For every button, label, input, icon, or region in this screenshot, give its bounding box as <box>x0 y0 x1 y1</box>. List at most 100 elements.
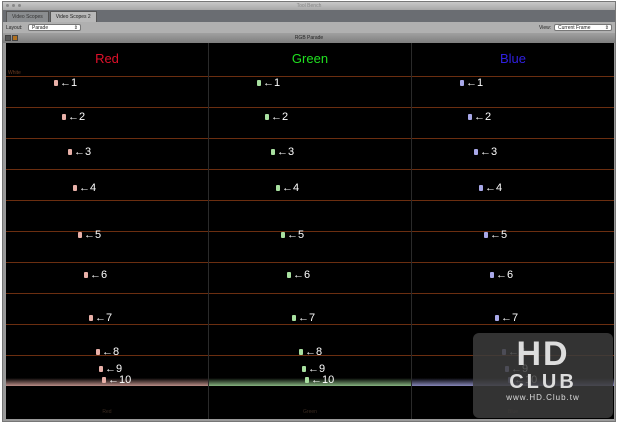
marker-number: 2 <box>282 111 289 123</box>
marker-number: 1 <box>274 77 281 89</box>
window-title: Tool Bench <box>296 3 322 9</box>
trace-step <box>265 114 269 120</box>
trace-step <box>302 366 306 372</box>
hd-club-watermark: HD CLUB www.HD.Club.tw <box>473 333 613 418</box>
trace-baseline <box>209 378 411 386</box>
trace-step <box>78 232 82 238</box>
marker-number: 3 <box>85 146 92 158</box>
trace-step <box>73 185 77 191</box>
title-bar: Tool Bench <box>3 2 615 10</box>
parade-panel-green: Green ←1 ←2 ←3 ←4 ←5 ←6 ←7 ←8 ←9 ←10 Green <box>209 43 412 419</box>
layout-label: Layout: <box>6 25 23 31</box>
window-controls[interactable] <box>6 4 21 7</box>
marker-number: 6 <box>507 269 514 281</box>
marker-number: 6 <box>101 269 108 281</box>
trace-step <box>99 366 103 372</box>
step-marker: ←1 <box>466 78 483 89</box>
left-arrow-icon: ← <box>102 346 113 358</box>
marker-number: 2 <box>79 111 86 123</box>
trace-step <box>292 315 296 321</box>
marker-number: 8 <box>113 346 120 358</box>
step-marker: ←7 <box>95 313 112 324</box>
step-marker: ←1 <box>60 78 77 89</box>
tab-video-scopes-2[interactable]: Video Scopes 2 <box>49 11 97 22</box>
left-arrow-icon: ← <box>311 374 322 386</box>
left-arrow-icon: ← <box>277 146 288 158</box>
left-arrow-icon: ← <box>68 111 79 123</box>
marker-number: 2 <box>485 111 492 123</box>
left-arrow-icon: ← <box>271 111 282 123</box>
step-marker: ←1 <box>263 78 280 89</box>
step-marker: ←6 <box>293 270 310 281</box>
tab-bar: Video Scopes Video Scopes 2 <box>3 10 615 22</box>
trace-step <box>84 272 88 278</box>
marker-number: 3 <box>491 146 498 158</box>
trace-step <box>484 232 488 238</box>
view-label: View: <box>539 25 552 31</box>
step-marker: ←2 <box>271 112 288 123</box>
trace-baseline <box>6 378 208 386</box>
left-arrow-icon: ← <box>496 269 507 281</box>
left-arrow-icon: ← <box>287 229 298 241</box>
left-arrow-icon: ← <box>282 182 293 194</box>
tab-video-scopes[interactable]: Video Scopes <box>6 11 49 22</box>
left-arrow-icon: ← <box>79 182 90 194</box>
channel-label: Blue <box>499 51 527 66</box>
scope-title: RGB Parade <box>294 35 324 41</box>
marker-number: 5 <box>298 229 305 241</box>
trace-step <box>305 377 309 383</box>
parade-panel-red: Red ←1 ←2 ←3 ←4 ←5 ←6 ←7 ←8 ←9 ←10 Red <box>6 43 209 419</box>
marker-number: 10 <box>322 374 335 386</box>
watermark-hd: HD <box>516 335 570 373</box>
left-arrow-icon: ← <box>298 312 309 324</box>
channel-bottom-label: Green <box>303 409 317 415</box>
scope-header: RGB Parade <box>3 33 615 43</box>
step-marker: ←5 <box>84 230 101 241</box>
left-arrow-icon: ← <box>501 312 512 324</box>
marker-number: 4 <box>90 182 97 194</box>
step-marker: ←10 <box>311 375 334 386</box>
channel-label: Red <box>95 51 119 66</box>
marker-number: 10 <box>119 374 132 386</box>
layout-select[interactable]: Parade <box>28 24 81 31</box>
left-arrow-icon: ← <box>485 182 496 194</box>
scope-settings-button[interactable] <box>5 35 11 41</box>
left-arrow-icon: ← <box>60 77 71 89</box>
step-marker: ←3 <box>480 147 497 158</box>
left-arrow-icon: ← <box>305 346 316 358</box>
trace-step <box>68 149 72 155</box>
marker-number: 5 <box>501 229 508 241</box>
step-marker: ←8 <box>102 347 119 358</box>
marker-number: 1 <box>71 77 78 89</box>
trace-step <box>62 114 66 120</box>
marker-number: 1 <box>477 77 484 89</box>
left-arrow-icon: ← <box>263 77 274 89</box>
left-arrow-icon: ← <box>108 374 119 386</box>
trace-step <box>479 185 483 191</box>
scope-lock-button[interactable] <box>12 35 18 41</box>
trace-step <box>54 80 58 86</box>
step-marker: ←5 <box>287 230 304 241</box>
marker-number: 7 <box>309 312 316 324</box>
step-marker: ←3 <box>74 147 91 158</box>
trace-step <box>271 149 275 155</box>
step-marker: ←7 <box>501 313 518 324</box>
view-select[interactable]: Current Frame <box>554 24 612 31</box>
left-arrow-icon: ← <box>293 269 304 281</box>
left-arrow-icon: ← <box>466 77 477 89</box>
toolbar: Layout: Parade View: Current Frame <box>3 22 615 33</box>
watermark-url: www.HD.Club.tw <box>506 393 580 402</box>
channel-label: Green <box>291 51 329 66</box>
watermark-club: CLUB <box>509 371 577 393</box>
left-arrow-icon: ← <box>490 229 501 241</box>
left-arrow-icon: ← <box>95 312 106 324</box>
left-arrow-icon: ← <box>74 146 85 158</box>
trace-step <box>474 149 478 155</box>
trace-step <box>287 272 291 278</box>
left-arrow-icon: ← <box>480 146 491 158</box>
marker-number: 6 <box>304 269 311 281</box>
marker-number: 5 <box>95 229 102 241</box>
left-arrow-icon: ← <box>90 269 101 281</box>
marker-number: 4 <box>496 182 503 194</box>
trace-step <box>276 185 280 191</box>
